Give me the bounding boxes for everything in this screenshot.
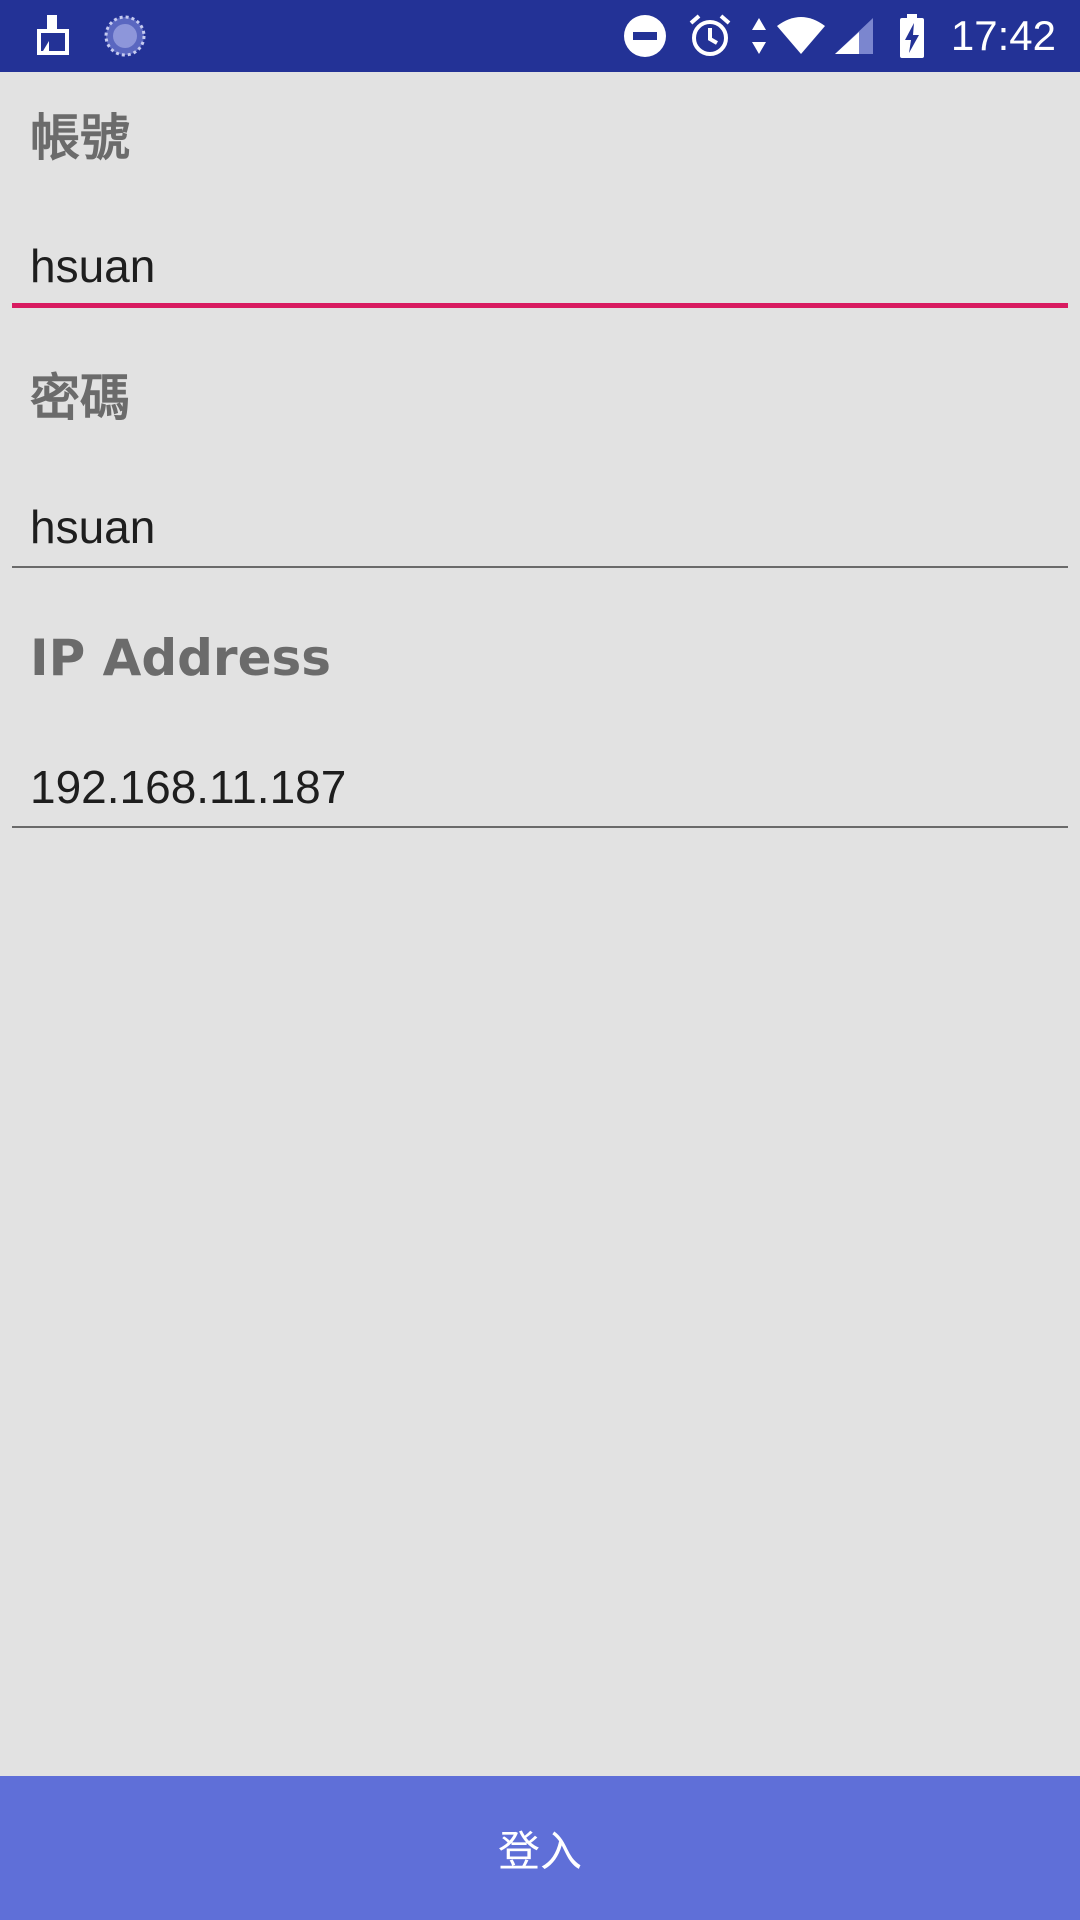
ip-address-label: IP Address xyxy=(30,629,332,687)
login-button[interactable]: 登入 xyxy=(0,1776,1080,1920)
cleaner-app-icon xyxy=(30,0,76,72)
password-input[interactable] xyxy=(12,488,1068,568)
account-input[interactable] xyxy=(12,228,1068,308)
ip-address-input[interactable] xyxy=(12,748,1068,828)
battery-charging-icon xyxy=(898,0,926,72)
status-bar: 17:42 xyxy=(0,0,1080,72)
alarm-icon xyxy=(686,0,734,72)
wifi-icon xyxy=(774,0,828,72)
account-label: 帳號 xyxy=(30,109,130,167)
do-not-disturb-icon xyxy=(622,0,668,72)
data-arrows-icon xyxy=(748,0,770,72)
status-time: 17:42 xyxy=(950,12,1056,59)
cell-signal-icon xyxy=(832,0,876,72)
loading-spinner-icon xyxy=(102,0,148,72)
password-label: 密碼 xyxy=(30,369,130,427)
